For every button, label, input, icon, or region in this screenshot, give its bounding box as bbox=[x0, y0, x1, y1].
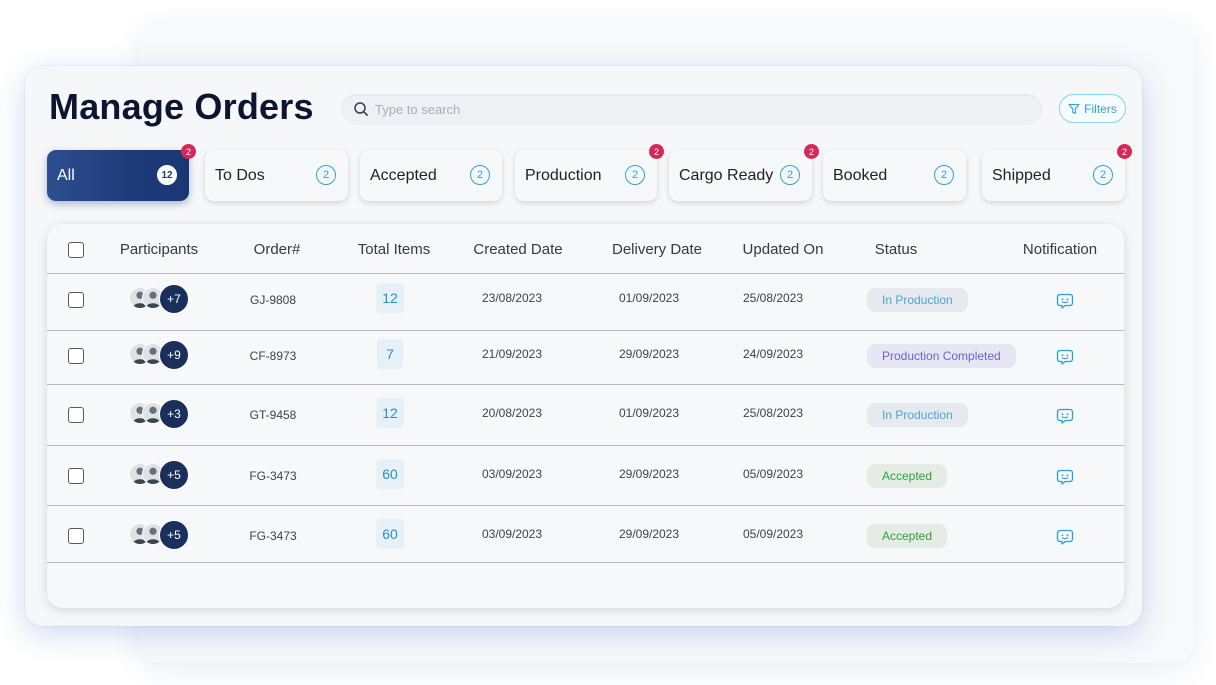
search-bar[interactable] bbox=[341, 94, 1042, 125]
participants-avatars[interactable]: +9 bbox=[129, 340, 191, 372]
order-number[interactable]: CF-8973 bbox=[250, 349, 297, 363]
delivery-date: 01/09/2023 bbox=[618, 291, 680, 305]
column-header-delivery-date: Delivery Date bbox=[611, 241, 703, 258]
tab-count: 2 bbox=[625, 165, 645, 185]
orders-table: Participants Order# Total Items Created … bbox=[47, 224, 1124, 608]
participants-more-count: +5 bbox=[159, 460, 189, 490]
tab-booked[interactable]: Booked 2 bbox=[823, 150, 966, 201]
column-header-notification: Notification bbox=[1022, 241, 1098, 258]
tab-label: Production bbox=[525, 166, 602, 184]
table-row[interactable]: +9 CF-8973 7 21/09/2023 29/09/2023 24/09/2023… bbox=[47, 331, 1124, 385]
tab-all[interactable]: All 12 2 bbox=[47, 144, 196, 201]
tab-count: 2 bbox=[470, 165, 490, 185]
tab-count: 2 bbox=[780, 165, 800, 185]
column-header-status: Status bbox=[874, 241, 918, 258]
filters-button[interactable]: Filters bbox=[1059, 94, 1126, 123]
page-title: Manage Orders bbox=[49, 86, 314, 127]
participants-more-count: +5 bbox=[159, 520, 189, 550]
status-badge: Accepted bbox=[867, 524, 948, 548]
row-checkbox[interactable] bbox=[68, 468, 84, 484]
delivery-date: 29/09/2023 bbox=[618, 347, 680, 361]
participants-more-count: +9 bbox=[159, 340, 189, 370]
participants-avatars[interactable]: +3 bbox=[129, 399, 191, 431]
participants-avatars[interactable]: +7 bbox=[129, 284, 191, 316]
tab-count: 2 bbox=[316, 165, 336, 185]
table-row[interactable]: +5 FG-3473 60 03/09/2023 29/09/2023 05/09/202… bbox=[47, 446, 1124, 506]
notification-badge: 2 bbox=[804, 144, 819, 159]
participants-avatars[interactable]: +5 bbox=[129, 520, 191, 552]
chat-bubble-icon[interactable] bbox=[1056, 468, 1074, 486]
chat-bubble-icon[interactable] bbox=[1056, 348, 1074, 366]
created-date: 20/08/2023 bbox=[481, 406, 543, 420]
created-date: 23/08/2023 bbox=[481, 291, 543, 305]
status-badge: In Production bbox=[867, 403, 968, 427]
tab-to-dos[interactable]: To Dos 2 bbox=[205, 150, 348, 201]
tab-label: Booked bbox=[833, 166, 888, 184]
order-number[interactable]: FG-3473 bbox=[249, 469, 296, 483]
search-input[interactable] bbox=[375, 94, 1015, 125]
status-badge: Production Completed bbox=[867, 344, 1016, 368]
notification-badge: 2 bbox=[649, 144, 664, 159]
tab-label: To Dos bbox=[215, 166, 265, 184]
table-row[interactable]: +7 GJ-9808 12 23/08/2023 01/09/2023 25/08/202… bbox=[47, 274, 1124, 331]
chat-bubble-icon[interactable] bbox=[1056, 528, 1074, 546]
total-items-value: 12 bbox=[376, 398, 404, 428]
notification-badge: 2 bbox=[181, 144, 196, 159]
column-header-order: Order# bbox=[253, 241, 301, 258]
tab-cargo-ready[interactable]: Cargo Ready 2 2 bbox=[669, 144, 819, 201]
tab-accepted[interactable]: Accepted 2 bbox=[360, 150, 502, 201]
updated-date: 05/09/2023 bbox=[742, 527, 804, 541]
filter-icon bbox=[1068, 103, 1080, 114]
tab-label: All bbox=[57, 166, 75, 184]
search-icon bbox=[354, 102, 368, 116]
tab-count: 2 bbox=[934, 165, 954, 185]
column-header-participants: Participants bbox=[119, 241, 199, 258]
participants-avatars[interactable]: +5 bbox=[129, 460, 191, 492]
column-header-updated-on: Updated On bbox=[742, 241, 824, 258]
total-items-value: 12 bbox=[376, 283, 404, 313]
created-date: 03/09/2023 bbox=[481, 527, 543, 541]
participants-more-count: +3 bbox=[159, 399, 189, 429]
updated-date: 24/09/2023 bbox=[742, 347, 804, 361]
column-header-total-items: Total Items bbox=[357, 241, 431, 258]
status-badge: In Production bbox=[867, 288, 968, 312]
table-row[interactable]: +5 FG-3473 60 03/09/2023 29/09/2023 05/09/202… bbox=[47, 506, 1124, 563]
chat-bubble-icon[interactable] bbox=[1056, 292, 1074, 310]
total-items-value: 60 bbox=[376, 519, 404, 549]
tab-label: Accepted bbox=[370, 166, 437, 184]
order-number[interactable]: FG-3473 bbox=[249, 529, 296, 543]
tab-label: Cargo Ready bbox=[679, 166, 774, 184]
order-number[interactable]: GT-9458 bbox=[250, 408, 297, 422]
chat-bubble-icon[interactable] bbox=[1056, 407, 1074, 425]
notification-badge: 2 bbox=[1117, 144, 1132, 159]
total-items-value: 60 bbox=[376, 459, 404, 489]
table-header: Participants Order# Total Items Created … bbox=[47, 224, 1124, 274]
row-checkbox[interactable] bbox=[68, 528, 84, 544]
table-row[interactable]: +3 GT-9458 12 20/08/2023 01/09/2023 25/08/202… bbox=[47, 385, 1124, 446]
tab-count: 2 bbox=[1093, 165, 1113, 185]
tab-shipped[interactable]: Shipped 2 2 bbox=[982, 144, 1132, 201]
updated-date: 05/09/2023 bbox=[742, 467, 804, 481]
created-date: 21/09/2023 bbox=[481, 347, 543, 361]
created-date: 03/09/2023 bbox=[481, 467, 543, 481]
tab-label: Shipped bbox=[992, 166, 1051, 184]
delivery-date: 29/09/2023 bbox=[618, 527, 680, 541]
row-checkbox[interactable] bbox=[68, 292, 84, 308]
filters-label: Filters bbox=[1084, 101, 1117, 116]
total-items-value: 7 bbox=[377, 339, 403, 369]
participants-more-count: +7 bbox=[159, 284, 189, 314]
order-number[interactable]: GJ-9808 bbox=[250, 293, 296, 307]
row-checkbox[interactable] bbox=[68, 407, 84, 423]
tab-production[interactable]: Production 2 2 bbox=[515, 144, 664, 201]
row-checkbox[interactable] bbox=[68, 348, 84, 364]
status-badge: Accepted bbox=[867, 464, 948, 488]
column-header-created-date: Created Date bbox=[473, 241, 563, 258]
updated-date: 25/08/2023 bbox=[742, 406, 804, 420]
select-all-checkbox[interactable] bbox=[68, 242, 84, 258]
updated-date: 25/08/2023 bbox=[742, 291, 804, 305]
tab-count: 12 bbox=[157, 165, 177, 185]
delivery-date: 01/09/2023 bbox=[618, 406, 680, 420]
delivery-date: 29/09/2023 bbox=[618, 467, 680, 481]
